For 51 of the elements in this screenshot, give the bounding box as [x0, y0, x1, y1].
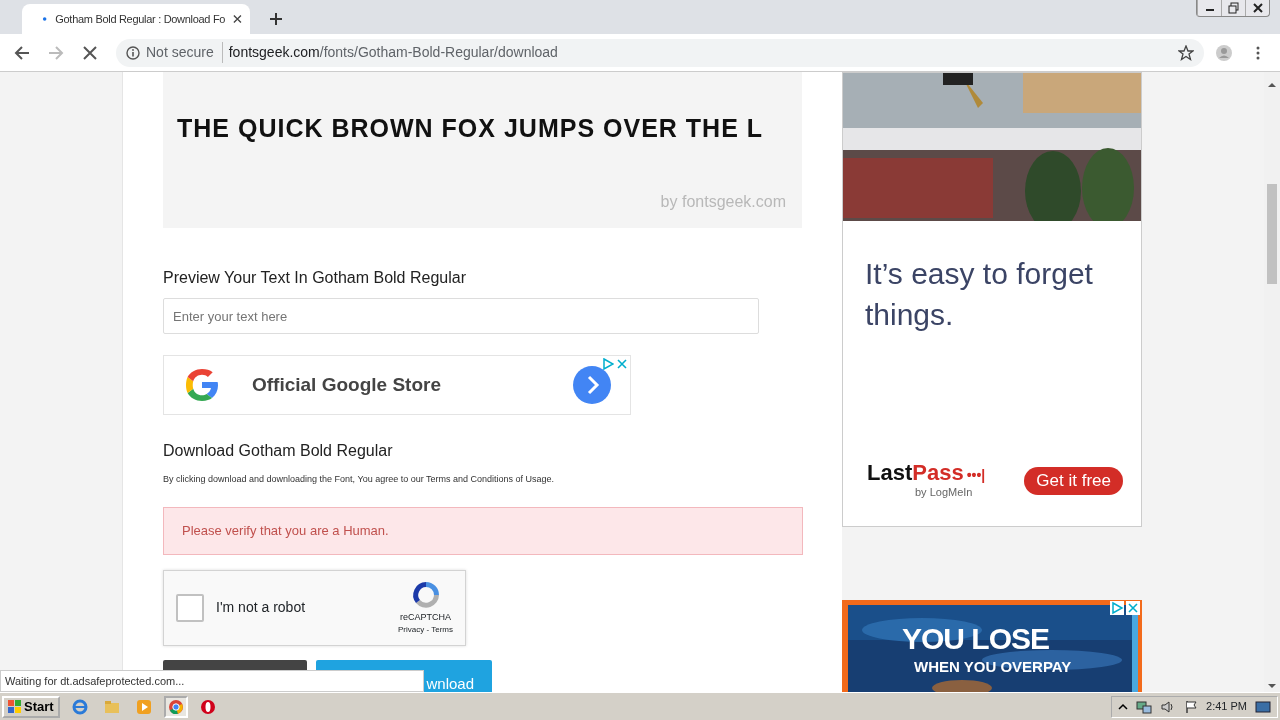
media-player-icon — [135, 698, 152, 715]
get-it-free-button[interactable]: Get it free — [1024, 467, 1123, 495]
error-alert: Please verify that you are a Human. — [163, 506, 803, 555]
privacy-terms-links[interactable]: Privacy - Terms — [398, 624, 453, 637]
taskbar-app-button[interactable] — [163, 695, 188, 718]
start-button[interactable]: Start — [2, 695, 60, 718]
forward-icon — [48, 44, 64, 61]
terms-text: By clicking download and downloading the Font, You agree to our Terms and Conditions of Usage. — [163, 473, 556, 486]
opera-icon — [199, 698, 216, 715]
clock-text: 2:41 PM — [1206, 699, 1247, 715]
captcha-label: I'm not a robot — [216, 598, 307, 617]
restore-icon[interactable] — [1225, 1, 1242, 15]
back-icon — [14, 44, 30, 61]
recaptcha-brand: reCAPTCHA — [400, 610, 451, 624]
flag-icon[interactable] — [1184, 699, 1199, 714]
security-label: Not secure — [146, 42, 223, 63]
close-icon[interactable] — [233, 14, 242, 24]
ad-title: Official Google Store — [252, 372, 442, 397]
network-icon[interactable] — [1136, 699, 1153, 714]
ad-subtitle: WHEN YOU OVERPAY — [914, 657, 1072, 678]
lastpass-logo: LastPass•••| by LogMeIn — [867, 461, 986, 500]
sample-text: THE QUICK BROWN FOX JUMPS OVER THE L — [177, 113, 765, 144]
section-heading: Download Gotham Bold Regular — [163, 441, 394, 461]
status-tooltip: Waiting for dt.adsafeprotected.com... — [0, 669, 424, 692]
close-icon — [82, 44, 98, 61]
ie-icon — [71, 698, 88, 715]
browser-tab[interactable]: Gotham Bold Regular : Download Fo — [22, 4, 250, 34]
ad-banner[interactable]: YOU LOSE WHEN YOU OVERPAY — [842, 600, 1142, 692]
folder-icon — [103, 698, 120, 715]
scrollbar-thumb[interactable] — [1267, 184, 1277, 284]
adchoices-icon[interactable] — [1110, 601, 1124, 616]
captcha-checkbox[interactable] — [176, 593, 204, 622]
ad-headline: It’s easy to forget things. — [865, 256, 1094, 334]
close-icon[interactable] — [1126, 601, 1140, 616]
arrow-right-icon[interactable] — [572, 365, 612, 405]
info-icon — [126, 45, 140, 60]
text-input-field[interactable]: Enter your text here — [163, 298, 759, 334]
chevron-up-icon[interactable] — [1118, 701, 1129, 712]
plus-icon — [270, 12, 282, 25]
windows-logo-icon — [8, 699, 22, 714]
star-icon[interactable] — [1178, 44, 1194, 61]
watermark-text: by fontsgeek.com — [660, 192, 786, 212]
address-bar[interactable]: Not secure fontsgeek.com/fonts/Gotham-Bold-Regular/download — [116, 38, 1204, 67]
section-heading: Preview Your Text In Gotham Bold Regular — [163, 268, 467, 288]
url-text: fontsgeek.com/fonts/Gotham-Bold-Regular/download — [228, 43, 558, 62]
loading-icon — [42, 16, 48, 22]
show-desktop-icon[interactable] — [1255, 699, 1271, 714]
avatar-icon — [1216, 44, 1232, 61]
ad-title: YOU LOSE — [902, 621, 1050, 658]
ad-banner[interactable]: Official Google Store — [163, 355, 631, 415]
chrome-icon — [167, 698, 184, 715]
